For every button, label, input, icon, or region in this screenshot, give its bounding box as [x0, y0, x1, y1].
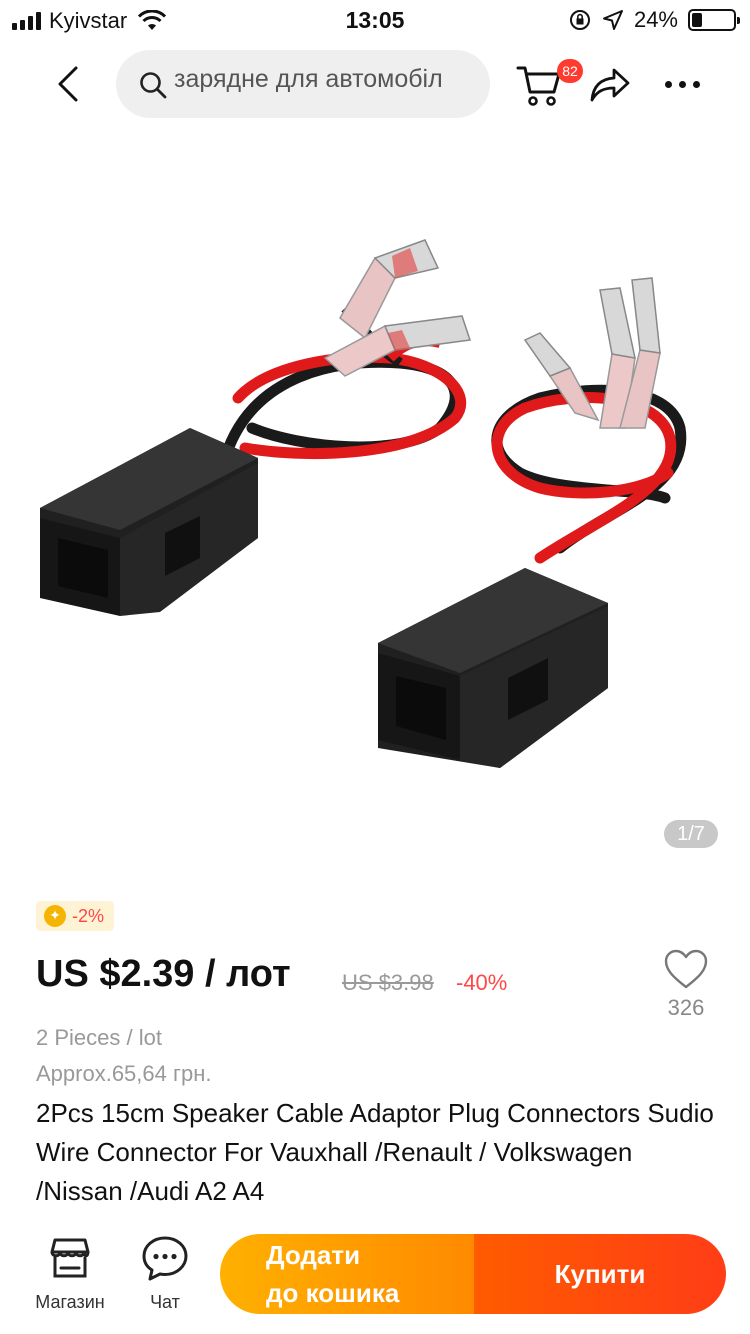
- approx-local-price: Approx.65,64 грн.: [36, 1061, 212, 1086]
- cart-count-badge: 82: [557, 59, 583, 83]
- coin-discount-text: -2%: [72, 905, 105, 926]
- chat-icon: [142, 1236, 188, 1281]
- location-icon: [602, 10, 623, 30]
- coin-icon: ✦: [44, 905, 66, 927]
- share-icon[interactable]: [588, 66, 632, 104]
- battery-icon: [688, 9, 740, 31]
- chat-label: Чат: [150, 1292, 180, 1312]
- status-bar: Kyivstar 13:05 24%: [0, 0, 750, 40]
- coin-discount-badge: ✦ -2%: [36, 901, 115, 931]
- battery-percent: 24%: [633, 7, 678, 32]
- add-to-cart-label-line2: до кошика: [266, 1278, 400, 1308]
- product-image-gallery[interactable]: 1/7: [0, 128, 750, 872]
- orientation-lock-icon: [569, 10, 590, 30]
- heart-icon[interactable]: [663, 948, 709, 990]
- chat-tab[interactable]: Чат: [130, 1234, 200, 1313]
- search-input[interactable]: зарядне для автомобіл: [116, 50, 490, 118]
- add-to-cart-label-line1: Додати: [266, 1240, 361, 1270]
- pieces-per-lot: 2 Pieces / lot: [36, 1025, 162, 1050]
- discount-percent: -40%: [456, 970, 508, 995]
- original-price: US $3.98: [342, 970, 434, 995]
- store-label: Магазин: [35, 1292, 105, 1312]
- add-to-cart-button[interactable]: Додати до кошика: [220, 1234, 474, 1314]
- product-price: US $2.39 / лот: [36, 953, 291, 995]
- search-icon: [140, 72, 167, 99]
- product-title: 2Pcs 15cm Speaker Cable Adaptor Plug Con…: [36, 1098, 714, 1206]
- bottom-action-bar: Магазин Чат Додати до кошика Купити: [0, 1226, 750, 1334]
- wishlist-count: 326: [667, 995, 705, 1020]
- search-query: зарядне для автомобіл: [174, 65, 443, 93]
- more-icon[interactable]: [660, 72, 704, 96]
- page-indicator: 1/7: [664, 820, 718, 848]
- chevron-left-icon[interactable]: [48, 64, 88, 104]
- store-icon: [50, 1238, 90, 1278]
- buy-now-button[interactable]: Купити: [474, 1234, 726, 1314]
- top-navigation: зарядне для автомобіл 82: [0, 48, 750, 120]
- product-image: [40, 239, 687, 768]
- store-tab[interactable]: Магазин: [22, 1234, 118, 1313]
